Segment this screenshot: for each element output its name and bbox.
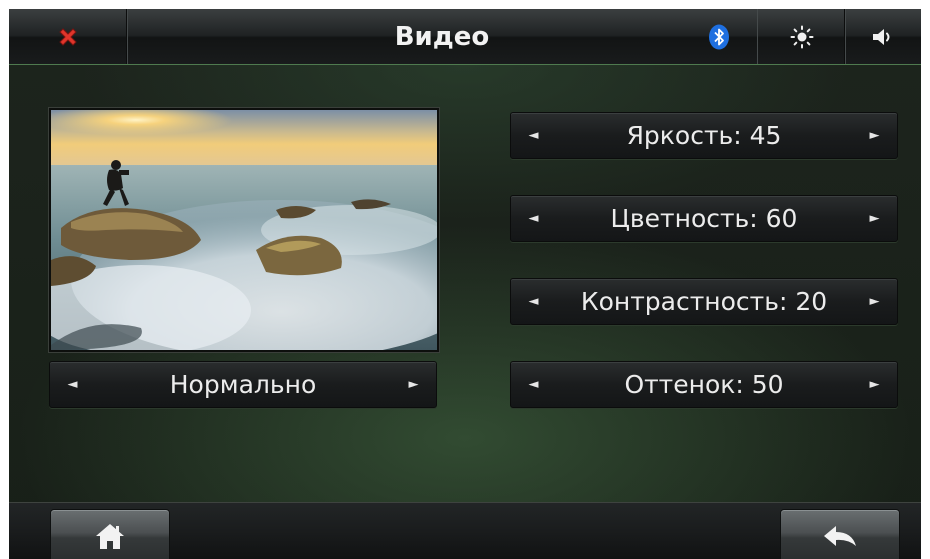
hue-increase-button[interactable]: ► bbox=[852, 362, 897, 407]
bluetooth-icon bbox=[709, 24, 729, 50]
brightness-label: Яркость: 45 bbox=[626, 121, 782, 150]
contrast-setting: ◄ Контрастность: 20 ► bbox=[510, 278, 898, 325]
saturation-setting: ◄ Цветность: 60 ► bbox=[510, 195, 898, 242]
brightness-setting: ◄ Яркость: 45 ► bbox=[510, 112, 898, 159]
volume-button[interactable] bbox=[845, 9, 921, 64]
page-title: Видео bbox=[394, 21, 490, 52]
contrast-decrease-button[interactable]: ◄ bbox=[511, 279, 556, 324]
video-settings-screen: Видео ◄ Нормально ► ◄ Яркость: 45 ► ◄ Цв… bbox=[9, 9, 921, 559]
video-preview-image bbox=[49, 108, 439, 352]
back-button[interactable] bbox=[780, 509, 900, 559]
top-bar: Видео bbox=[9, 9, 921, 65]
saturation-decrease-button[interactable]: ◄ bbox=[511, 196, 556, 241]
mode-prev-button[interactable]: ◄ bbox=[50, 362, 95, 407]
back-arrow-icon bbox=[824, 525, 856, 546]
hue-label: Оттенок: 50 bbox=[624, 370, 784, 399]
close-button[interactable] bbox=[9, 9, 128, 64]
hue-setting: ◄ Оттенок: 50 ► bbox=[510, 361, 898, 408]
sun-icon bbox=[790, 25, 813, 48]
home-button[interactable] bbox=[50, 509, 170, 559]
brightness-increase-button[interactable]: ► bbox=[852, 113, 897, 158]
contrast-increase-button[interactable]: ► bbox=[852, 279, 897, 324]
mode-selector: ◄ Нормально ► bbox=[49, 361, 437, 408]
contrast-label: Контрастность: 20 bbox=[580, 287, 828, 316]
home-icon bbox=[96, 523, 124, 549]
mode-next-button[interactable]: ► bbox=[391, 362, 436, 407]
hue-decrease-button[interactable]: ◄ bbox=[511, 362, 556, 407]
brightness-decrease-button[interactable]: ◄ bbox=[511, 113, 556, 158]
speaker-icon bbox=[873, 28, 890, 45]
saturation-increase-button[interactable]: ► bbox=[852, 196, 897, 241]
bottom-bar bbox=[9, 502, 921, 559]
brightness-button[interactable] bbox=[757, 9, 846, 64]
saturation-label: Цветность: 60 bbox=[610, 204, 798, 233]
mode-value: Нормально bbox=[169, 370, 317, 399]
seascape-photo bbox=[51, 110, 437, 350]
close-x-icon bbox=[59, 27, 77, 46]
